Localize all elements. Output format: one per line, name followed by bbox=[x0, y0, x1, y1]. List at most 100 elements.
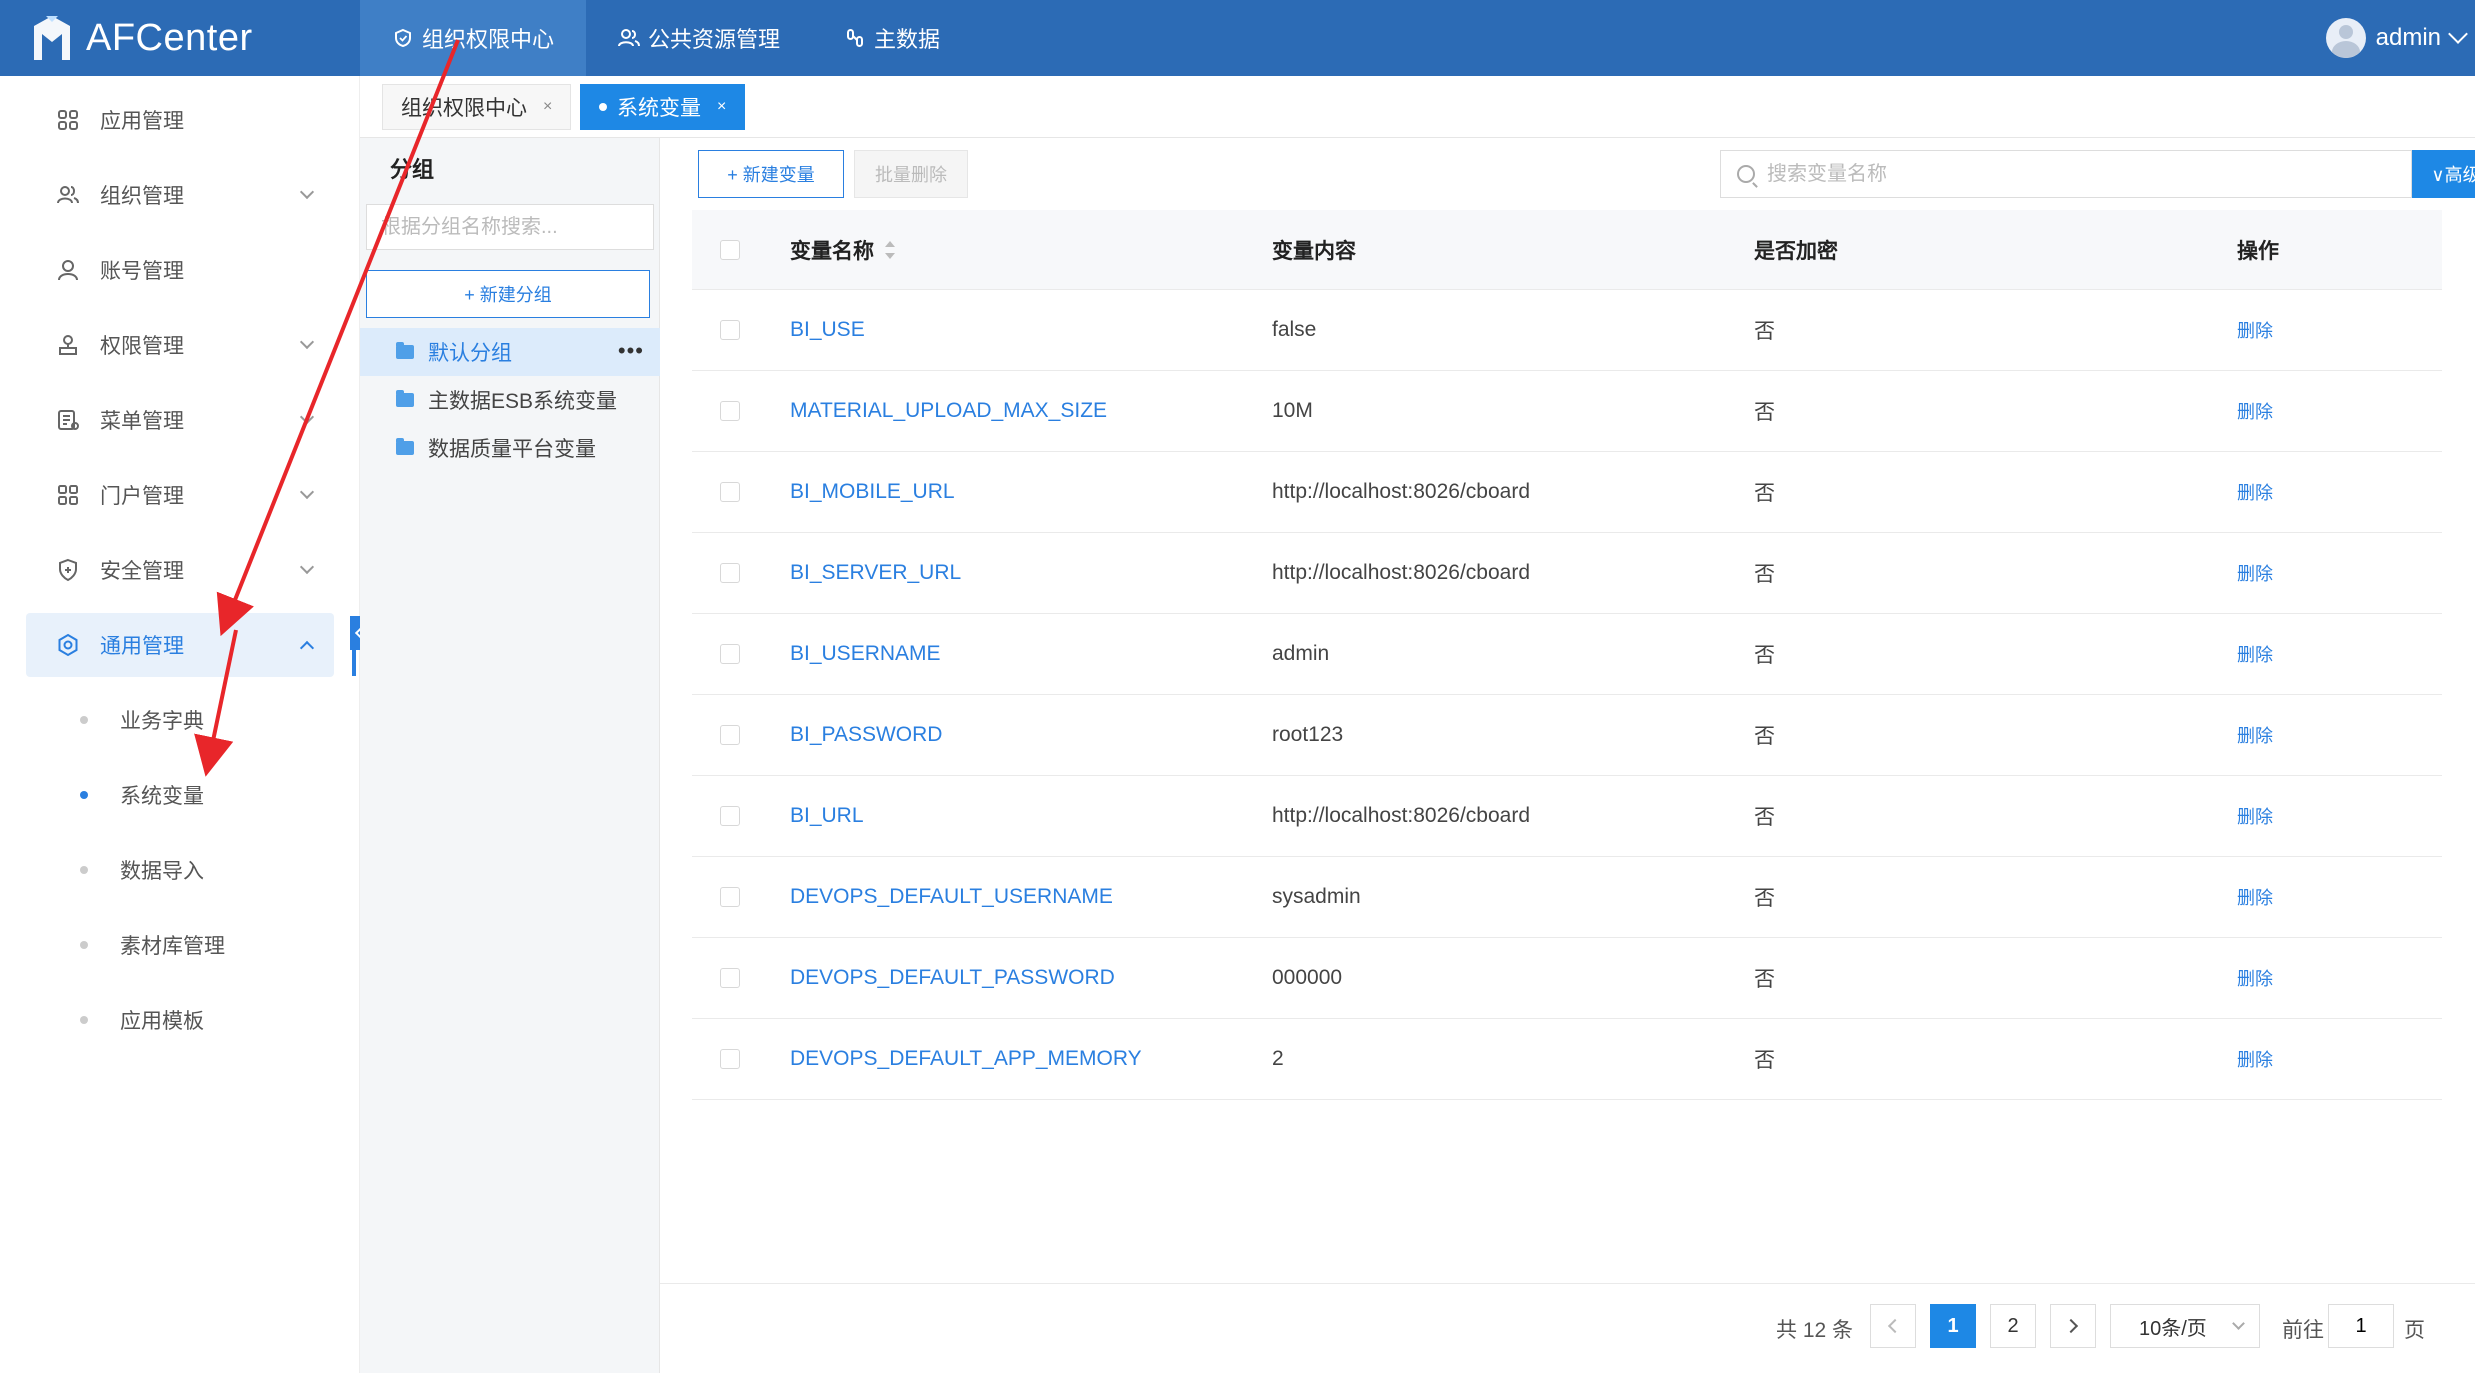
group-item-label: 数据质量平台变量 bbox=[428, 438, 596, 461]
table-row: DEVOPS_DEFAULT_PASSWORD 000000 否 删除 bbox=[692, 938, 2442, 1019]
delete-link[interactable]: 删除 bbox=[2237, 290, 2273, 370]
delete-link[interactable]: 删除 bbox=[2237, 857, 2273, 937]
header-variable-name[interactable]: 变量名称 bbox=[790, 210, 896, 290]
row-checkbox[interactable] bbox=[720, 563, 740, 583]
select-all-checkbox[interactable] bbox=[720, 240, 740, 260]
sidebar-item-label: 应用管理 bbox=[100, 110, 184, 133]
delete-link[interactable]: 删除 bbox=[2237, 614, 2273, 694]
next-page-button[interactable] bbox=[2050, 1304, 2096, 1348]
more-icon[interactable]: ••• bbox=[618, 338, 644, 364]
variable-name-link[interactable]: MATERIAL_UPLOAD_MAX_SIZE bbox=[790, 371, 1107, 451]
variable-name-link[interactable]: BI_PASSWORD bbox=[790, 695, 942, 775]
row-checkbox[interactable] bbox=[720, 320, 740, 340]
batch-delete-button[interactable]: 批量删除 bbox=[854, 150, 968, 198]
app-logo[interactable]: AFCenter bbox=[30, 8, 253, 68]
encrypted-value: 否 bbox=[1754, 482, 1775, 505]
row-checkbox[interactable] bbox=[720, 644, 740, 664]
sidebar-sub-data-import[interactable]: 数据导入 bbox=[80, 838, 334, 902]
portal-icon bbox=[58, 485, 78, 505]
sidebar-sub-business-dictionary[interactable]: 业务字典 bbox=[80, 688, 334, 752]
sidebar-item-label: 通用管理 bbox=[100, 635, 184, 658]
sidebar-item-account-management[interactable]: 账号管理 bbox=[26, 238, 334, 302]
page-size-select[interactable]: 10条/页 bbox=[2110, 1304, 2260, 1348]
sidebar-item-menu-management[interactable]: 菜单管理 bbox=[26, 388, 334, 452]
sidebar-item-general-management[interactable]: 通用管理 bbox=[26, 613, 334, 677]
tab-system-variables[interactable]: 系统变量 × bbox=[580, 84, 746, 130]
topnav-public-resource[interactable]: 公共资源管理 bbox=[586, 0, 812, 76]
table-header: 变量名称 变量内容 是否加密 操作 bbox=[692, 210, 2442, 290]
grid-icon bbox=[58, 110, 78, 130]
sidebar-sub-app-template[interactable]: 应用模板 bbox=[80, 988, 334, 1052]
chevron-left-icon bbox=[1887, 1318, 1903, 1334]
group-item-data-quality[interactable]: 数据质量平台变量 bbox=[360, 424, 660, 472]
new-variable-button[interactable]: + 新建变量 bbox=[698, 150, 844, 198]
sidebar-item-portal-management[interactable]: 门户管理 bbox=[26, 463, 334, 527]
row-checkbox[interactable] bbox=[720, 401, 740, 421]
row-checkbox[interactable] bbox=[720, 482, 740, 502]
search-icon bbox=[1737, 165, 1755, 183]
sidebar-sub-system-variables[interactable]: 系统变量 bbox=[80, 763, 334, 827]
sidebar-sub-label: 系统变量 bbox=[120, 785, 204, 808]
page-button-2[interactable]: 2 bbox=[1990, 1304, 2036, 1348]
delete-link[interactable]: 删除 bbox=[2237, 695, 2273, 775]
prev-page-button[interactable] bbox=[1870, 1304, 1916, 1348]
goto-page-input[interactable] bbox=[2328, 1304, 2394, 1348]
topnav-master-data[interactable]: 主数据 bbox=[812, 0, 972, 76]
sidebar-sub-material-library[interactable]: 素材库管理 bbox=[80, 913, 334, 977]
sidebar-item-permission-management[interactable]: 权限管理 bbox=[26, 313, 334, 377]
group-search-input[interactable] bbox=[366, 204, 654, 250]
sidebar-sub-label: 数据导入 bbox=[120, 860, 204, 883]
row-checkbox[interactable] bbox=[720, 968, 740, 988]
close-icon[interactable]: × bbox=[717, 98, 726, 116]
header-label: 变量名称 bbox=[790, 240, 874, 263]
topnav-org-permission[interactable]: 组织权限中心 bbox=[360, 0, 587, 76]
tab-org-permission[interactable]: 组织权限中心 × bbox=[382, 84, 572, 130]
sidebar: 应用管理 组织管理 账号管理 权限管理 菜单管理 门户管理 安全管理 通用管理 … bbox=[0, 76, 360, 1373]
topnav-label: 主数据 bbox=[874, 27, 941, 52]
delete-link[interactable]: 删除 bbox=[2237, 452, 2273, 532]
page-unit-label: 页 bbox=[2404, 1319, 2425, 1342]
team-icon bbox=[57, 186, 79, 204]
group-item-esb[interactable]: 主数据ESB系统变量 bbox=[360, 376, 660, 424]
chevron-down-icon bbox=[2232, 1317, 2245, 1330]
variable-search-input[interactable] bbox=[1767, 162, 2367, 186]
page-button-1[interactable]: 1 bbox=[1930, 1304, 1976, 1348]
delete-link[interactable]: 删除 bbox=[2237, 776, 2273, 856]
variable-name-link[interactable]: BI_MOBILE_URL bbox=[790, 452, 955, 532]
row-checkbox[interactable] bbox=[720, 725, 740, 745]
variable-content: 2 bbox=[1272, 1047, 1284, 1070]
row-checkbox[interactable] bbox=[720, 887, 740, 907]
delete-link[interactable]: 删除 bbox=[2237, 1019, 2273, 1099]
variable-name-link[interactable]: DEVOPS_DEFAULT_USERNAME bbox=[790, 857, 1113, 937]
variable-name-link[interactable]: BI_USERNAME bbox=[790, 614, 941, 694]
variable-name-link[interactable]: DEVOPS_DEFAULT_PASSWORD bbox=[790, 938, 1115, 1018]
users-icon bbox=[618, 27, 641, 49]
tab-label: 系统变量 bbox=[617, 97, 701, 120]
sidebar-item-app-management[interactable]: 应用管理 bbox=[26, 88, 334, 152]
encrypted-value: 否 bbox=[1754, 806, 1775, 829]
variable-name-link[interactable]: BI_SERVER_URL bbox=[790, 533, 961, 613]
chevron-up-icon bbox=[299, 640, 315, 656]
folder-icon bbox=[396, 342, 414, 359]
row-checkbox[interactable] bbox=[720, 806, 740, 826]
advanced-search-button[interactable]: ∨高级 bbox=[2412, 150, 2475, 198]
encrypted-value: 否 bbox=[1754, 644, 1775, 667]
variable-name-link[interactable]: DEVOPS_DEFAULT_APP_MEMORY bbox=[790, 1019, 1142, 1099]
variable-name-link[interactable]: BI_URL bbox=[790, 776, 864, 856]
variable-name-link[interactable]: BI_USE bbox=[790, 290, 865, 370]
sidebar-item-label: 组织管理 bbox=[100, 185, 184, 208]
group-item-default[interactable]: 默认分组 ••• bbox=[360, 328, 660, 376]
variable-content: sysadmin bbox=[1272, 885, 1361, 908]
sidebar-item-org-management[interactable]: 组织管理 bbox=[26, 163, 334, 227]
sidebar-item-security-management[interactable]: 安全管理 bbox=[26, 538, 334, 602]
sort-icon[interactable] bbox=[884, 240, 896, 260]
new-group-button[interactable]: + 新建分组 bbox=[366, 270, 650, 318]
delete-link[interactable]: 删除 bbox=[2237, 533, 2273, 613]
delete-link[interactable]: 删除 bbox=[2237, 371, 2273, 451]
user-menu[interactable]: admin bbox=[2325, 0, 2468, 76]
delete-link[interactable]: 删除 bbox=[2237, 938, 2273, 1018]
row-checkbox[interactable] bbox=[720, 1049, 740, 1069]
topnav-label: 组织权限中心 bbox=[422, 27, 555, 52]
chevron-down-icon bbox=[299, 409, 315, 425]
close-icon[interactable]: × bbox=[543, 98, 552, 116]
